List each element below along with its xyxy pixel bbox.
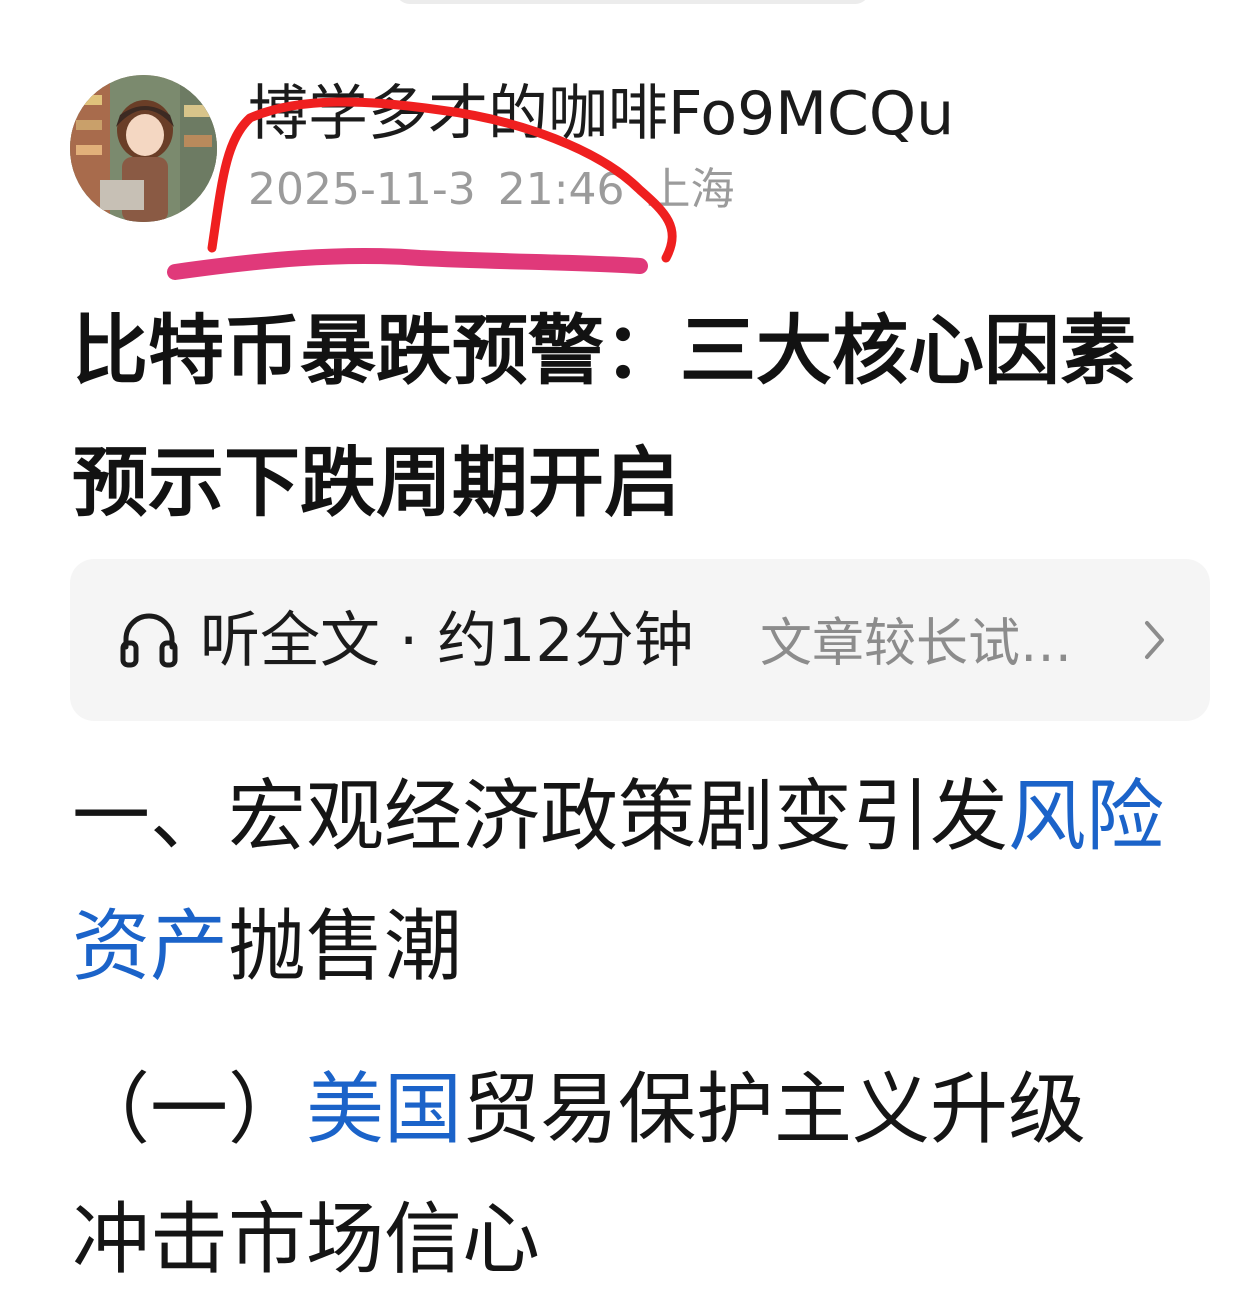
section-1-suffix: 抛售潮 <box>228 902 463 992</box>
usa-link[interactable]: 美国 <box>306 1065 462 1155</box>
post-date: 2025-11-3 <box>248 164 476 215</box>
post-time: 21:46 <box>497 164 625 215</box>
avatar-illustration <box>70 75 217 222</box>
section-2-prefix: （一） <box>72 1065 307 1155</box>
audio-label: 听全文 · 约12分钟 <box>200 606 694 676</box>
post-meta: 2025-11-3 21:46 上海 <box>248 162 757 218</box>
section-2-next-line: 冲击市场信心 <box>72 1195 541 1285</box>
author-avatar[interactable] <box>70 75 217 222</box>
top-handle <box>395 0 870 4</box>
post-location: 上海 <box>646 164 735 215</box>
listen-full-text-bar[interactable]: 听全文 · 约12分钟 文章较长试… <box>70 559 1210 721</box>
headphones-icon <box>120 613 178 668</box>
section-2-suffix: 贸易保护主义升级 <box>462 1065 1087 1155</box>
article-title: 比特币暴跌预警：三大核心因素预示下跌周期开启 <box>72 306 1136 527</box>
author-name[interactable]: 博学多才的咖啡Fo9MCQu <box>248 78 954 150</box>
chevron-right-icon <box>1145 621 1164 659</box>
section-1-prefix: 一、宏观经济政策剧变引发 <box>72 772 1009 862</box>
audio-hint: 文章较长试… <box>760 614 1073 674</box>
section-heading-1: 一、宏观经济政策剧变引发风险资产抛售潮 <box>72 752 1192 1012</box>
section-heading-2: （一）美国贸易保护主义升级冲击市场信心 <box>72 1045 1202 1305</box>
